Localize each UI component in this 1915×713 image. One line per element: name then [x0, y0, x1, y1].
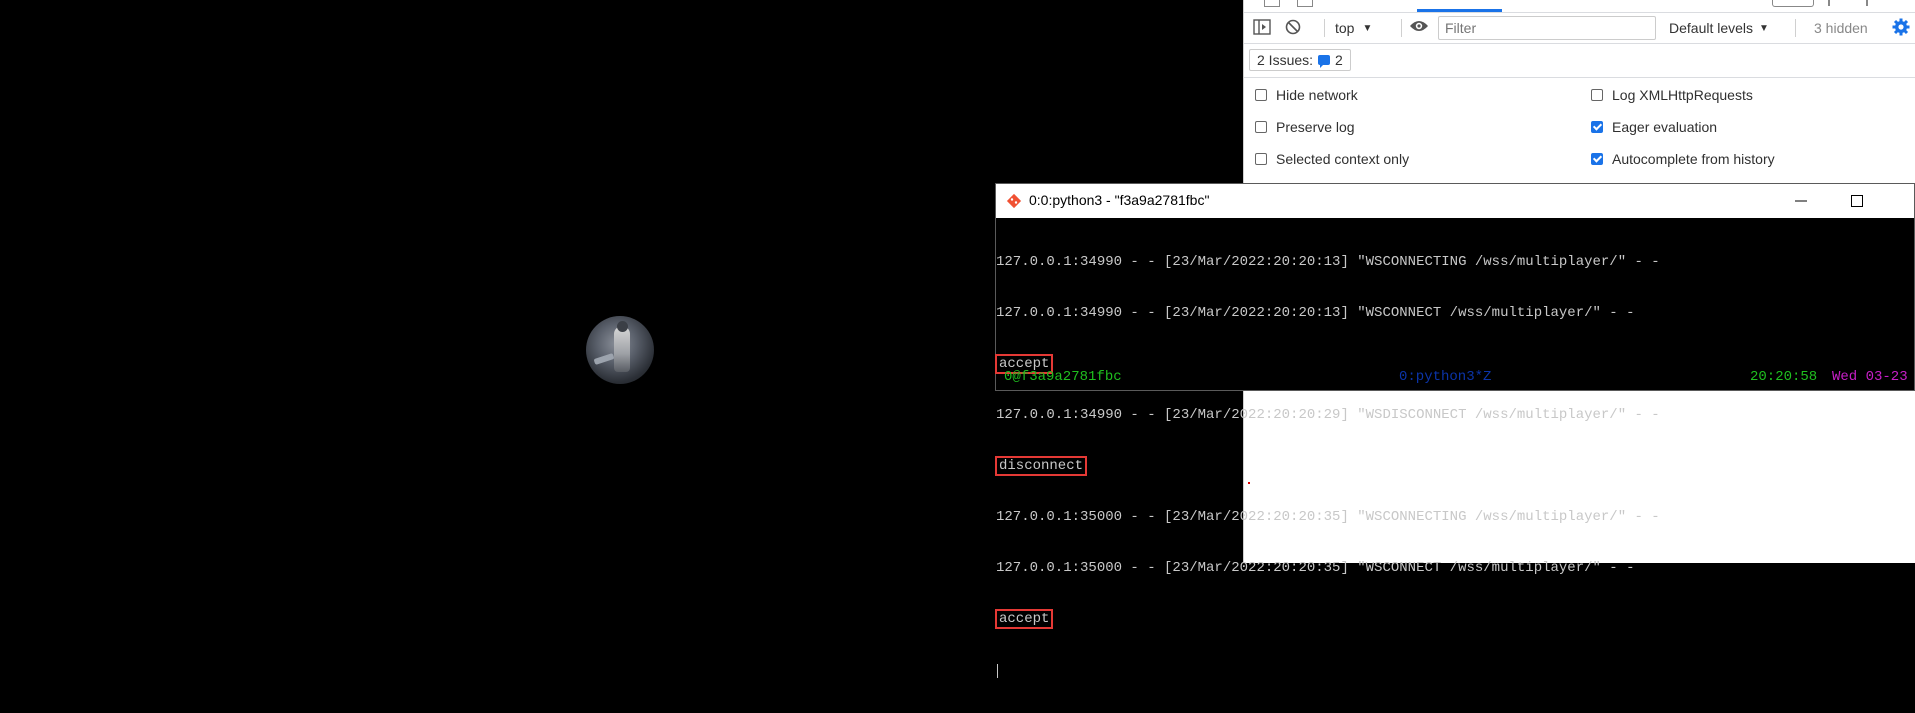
minimize-button[interactable]: [1778, 184, 1824, 218]
terminal-output[interactable]: 127.0.0.1:34990 - - [23/Mar/2022:20:20:1…: [995, 218, 1914, 678]
tab-stub-icon[interactable]: [1297, 0, 1313, 7]
active-tab-indicator: [1417, 9, 1502, 12]
chevron-down-icon: ▼: [1362, 22, 1373, 34]
context-label: top: [1335, 20, 1355, 36]
context-selector[interactable]: top ▼: [1335, 20, 1372, 36]
log-line: 127.0.0.1:34990 - - [23/Mar/2022:20:20:2…: [996, 407, 1660, 423]
setting-hide-network[interactable]: Hide network: [1255, 87, 1358, 103]
checkbox[interactable]: [1591, 89, 1603, 101]
log-levels-dropdown[interactable]: Default levels ▼: [1669, 20, 1769, 36]
prompt-line[interactable]: [996, 662, 1914, 679]
status-date: Wed 03-23: [1832, 369, 1908, 385]
setting-selected-context[interactable]: Selected context only: [1255, 151, 1409, 167]
log-line: 127.0.0.1:35000 - - [23/Mar/2022:20:20:3…: [996, 509, 1660, 525]
setting-autocomplete-history[interactable]: Autocomplete from history: [1591, 151, 1775, 167]
log-line: accept: [995, 609, 1914, 629]
toolbar-divider: [1401, 19, 1402, 37]
log-line: disconnect: [995, 456, 1914, 476]
setting-log-xhr[interactable]: Log XMLHttpRequests: [1591, 87, 1753, 103]
setting-eager-evaluation[interactable]: Eager evaluation: [1591, 119, 1717, 135]
setting-label: Hide network: [1276, 87, 1358, 103]
toolbar-divider: [1324, 19, 1325, 37]
hidden-count: 3 hidden: [1814, 20, 1868, 36]
log-line: 127.0.0.1:34990 - - [23/Mar/2022:20:20:1…: [996, 254, 1660, 270]
highlighted-output: disconnect: [995, 456, 1088, 476]
checkbox[interactable]: [1591, 121, 1603, 133]
avatar-figure: [614, 326, 630, 372]
sidebar-toggle-icon[interactable]: [1253, 19, 1271, 35]
tmux-status-bar: 0@f3a9a2781fbc 0:python3*Z 20:20:58 Wed …: [996, 369, 1914, 386]
highlighted-output: accept: [995, 609, 1054, 629]
clear-console-icon[interactable]: [1285, 19, 1301, 35]
chevron-down-icon: ▼: [1759, 22, 1769, 34]
eye-icon[interactable]: [1409, 19, 1429, 33]
more-icon[interactable]: [1828, 0, 1836, 6]
gear-icon[interactable]: [1892, 18, 1910, 36]
setting-label: Preserve log: [1276, 119, 1355, 135]
session-label: 0@f3a9a2781fbc: [1004, 369, 1122, 385]
console-settings: Hide network Preserve log Selected conte…: [1244, 78, 1915, 182]
setting-label: Eager evaluation: [1612, 119, 1718, 135]
maximize-button[interactable]: [1834, 184, 1880, 218]
filter-input[interactable]: [1438, 16, 1656, 40]
setting-label: Log XMLHttpRequests: [1612, 87, 1753, 103]
setting-label: Selected context only: [1276, 151, 1410, 167]
issues-button[interactable]: 2 Issues: 2: [1249, 49, 1351, 71]
window-label[interactable]: 0:python3*Z: [1399, 369, 1491, 386]
checkbox[interactable]: [1591, 153, 1603, 165]
avatar-head: [617, 321, 628, 332]
devtools-tab-strip: [1244, 0, 1915, 13]
terminal-titlebar[interactable]: 0:0:python3 - "f3a9a2781fbc": [996, 184, 1914, 218]
tab-dropdown[interactable]: [1772, 0, 1814, 7]
setting-label: Autocomplete from history: [1612, 151, 1775, 167]
terminal-window[interactable]: 0:0:python3 - "f3a9a2781fbc" 127.0.0.1:3…: [995, 183, 1915, 678]
issues-count: 2: [1335, 52, 1343, 68]
more-icon[interactable]: [1866, 0, 1874, 6]
issues-chat-icon: [1318, 55, 1331, 68]
checkbox[interactable]: [1255, 121, 1267, 133]
git-icon: [1006, 193, 1022, 209]
log-levels-label: Default levels: [1669, 20, 1754, 36]
text-cursor: [997, 664, 998, 678]
status-time: 20:20:58: [1750, 369, 1818, 385]
setting-preserve-log[interactable]: Preserve log: [1255, 119, 1355, 135]
user-avatar[interactable]: [586, 316, 654, 384]
terminal-title: 0:0:python3 - "f3a9a2781fbc": [1029, 192, 1210, 208]
checkbox[interactable]: [1255, 153, 1267, 165]
avatar-detail: [593, 353, 615, 365]
tab-stub-icon[interactable]: [1264, 0, 1280, 7]
toolbar-divider: [1795, 19, 1796, 37]
issues-label: 2 Issues:: [1257, 52, 1314, 68]
checkbox[interactable]: [1255, 89, 1267, 101]
issues-bar: 2 Issues: 2: [1244, 45, 1915, 78]
log-line: 127.0.0.1:34990 - - [23/Mar/2022:20:20:1…: [996, 305, 1635, 321]
